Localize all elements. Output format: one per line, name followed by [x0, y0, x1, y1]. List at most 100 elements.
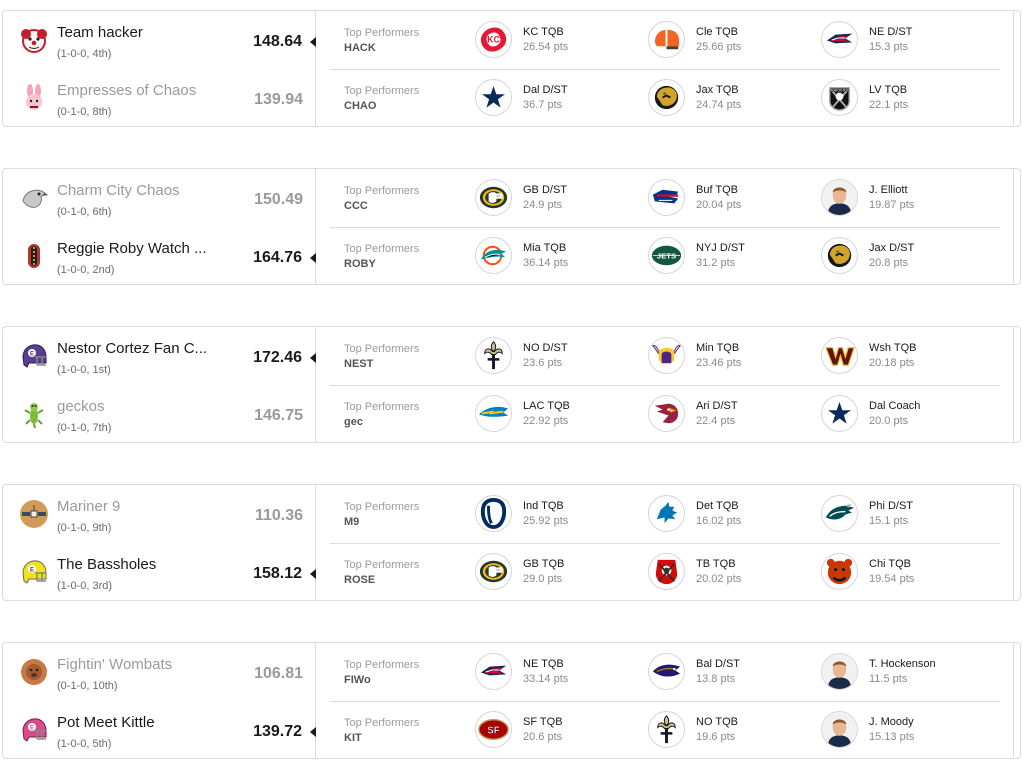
matchup-card[interactable]: Top Performers HACK KC KC TQB 26.54 pts Cle T… — [2, 10, 1021, 127]
team-record: (0-1-0, 8th) — [57, 106, 112, 118]
performer-item[interactable]: SF SF TQB 20.6 pts — [475, 711, 645, 751]
team-name[interactable]: Team hacker — [57, 24, 143, 41]
performer-name[interactable]: Ari D/ST — [696, 400, 738, 412]
team-name[interactable]: Mariner 9 — [57, 498, 120, 515]
performer-item[interactable]: Buf TQB 20.04 pts — [648, 179, 818, 219]
team-row[interactable]: E Pot Meet Kittle (1-0-0, 5th) 139.72 — [3, 701, 316, 759]
matchup-card[interactable]: Top Performers CCC GB D/ST 24.9 pts Buf TQB 2… — [2, 168, 1021, 285]
performer-name[interactable]: Det TQB — [696, 500, 739, 512]
performer-name[interactable]: J. Moody — [869, 716, 914, 728]
team-record: (1-0-0, 5th) — [57, 738, 112, 750]
team-row[interactable]: geckos (0-1-0, 7th) 146.75 — [3, 385, 316, 443]
performer-item[interactable]: Cle TQB 25.66 pts — [648, 21, 818, 61]
performer-item[interactable]: J. Elliott 19.87 pts — [821, 179, 991, 219]
performer-item[interactable]: Jax TQB 24.74 pts — [648, 79, 818, 119]
team-name[interactable]: Nestor Cortez Fan C... — [57, 340, 207, 357]
top-performers-row: Top Performers gec LAC TQB 22.92 pts Ari D/S… — [330, 385, 1000, 443]
matchup-card[interactable]: Top Performers NEST NO D/ST 23.6 pts Min TQB… — [2, 326, 1021, 443]
performer-name[interactable]: Jax TQB — [696, 84, 739, 96]
raiders-logo-icon: RAIDERS — [821, 79, 858, 116]
performer-points: 33.14 pts — [523, 673, 569, 685]
team-name[interactable]: geckos — [57, 398, 105, 415]
matchup-card[interactable]: Top Performers M9 Ind TQB 25.92 pts Det TQB 1… — [2, 484, 1021, 601]
performer-name[interactable]: LAC TQB — [523, 400, 570, 412]
matchup-card[interactable]: Top Performers FIWo NE TQB 33.14 pts Bal D/S… — [2, 642, 1021, 759]
performer-name[interactable]: Min TQB — [696, 342, 739, 354]
performer-name[interactable]: Phi D/ST — [869, 500, 913, 512]
performer-item[interactable]: Wsh TQB 20.18 pts — [821, 337, 991, 377]
performer-item[interactable]: J. Moody 15.13 pts — [821, 711, 991, 751]
performer-item[interactable]: KC KC TQB 26.54 pts — [475, 21, 645, 61]
team-name[interactable]: Reggie Roby Watch ... — [57, 240, 207, 257]
performer-item[interactable]: NE TQB 33.14 pts — [475, 653, 645, 693]
performer-item[interactable]: RAIDERS LV TQB 22.1 pts — [821, 79, 991, 119]
jaguars-logo-icon — [821, 237, 858, 274]
performer-name[interactable]: Buf TQB — [696, 184, 738, 196]
team-row[interactable]: Empresses of Chaos (0-1-0, 8th) 139.94 — [3, 69, 316, 127]
team-row[interactable]: Fightin' Wombats (0-1-0, 10th) 106.81 — [3, 643, 316, 701]
gecko-icon — [19, 399, 49, 429]
performer-item[interactable]: LAC TQB 22.92 pts — [475, 395, 645, 435]
performer-item[interactable]: Min TQB 23.46 pts — [648, 337, 818, 377]
team-name[interactable]: Fightin' Wombats — [57, 656, 172, 673]
performer-name[interactable]: GB TQB — [523, 558, 564, 570]
performer-item[interactable]: Jax D/ST 20.8 pts — [821, 237, 991, 277]
performer-name[interactable]: Bal D/ST — [696, 658, 740, 670]
wombat-icon — [19, 657, 49, 687]
chiefs-logo-icon: KC — [475, 21, 512, 58]
performer-name[interactable]: J. Elliott — [869, 184, 908, 196]
performer-item[interactable]: Chi TQB 19.54 pts — [821, 553, 991, 593]
matchup-teams: E Nestor Cortez Fan C... (1-0-0, 1st) 172.4… — [3, 327, 316, 442]
performer-name[interactable]: SF TQB — [523, 716, 563, 728]
performer-item[interactable]: TB TQB 20.02 pts — [648, 553, 818, 593]
team-name[interactable]: Pot Meet Kittle — [57, 714, 155, 731]
team-row[interactable]: Charm City Chaos (0-1-0, 6th) 150.49 — [3, 169, 316, 227]
performer-name[interactable]: Mia TQB — [523, 242, 566, 254]
performer-item[interactable]: Det TQB 16.02 pts — [648, 495, 818, 535]
performer-item[interactable]: GB TQB 29.0 pts — [475, 553, 645, 593]
team-row[interactable]: Mariner 9 (0-1-0, 9th) 110.36 — [3, 485, 316, 543]
performer-item[interactable]: NE D/ST 15.3 pts — [821, 21, 991, 61]
performer-name[interactable]: Ind TQB — [523, 500, 564, 512]
performer-item[interactable]: Mia TQB 36.14 pts — [475, 237, 645, 277]
performer-name[interactable]: T. Hockenson — [869, 658, 936, 670]
team-score: 139.94 — [254, 91, 303, 108]
performer-name[interactable]: Dal D/ST — [523, 84, 568, 96]
performer-item[interactable]: Ind TQB 25.92 pts — [475, 495, 645, 535]
performer-name[interactable]: NE TQB — [523, 658, 564, 670]
performer-item[interactable]: Bal D/ST 13.8 pts — [648, 653, 818, 693]
matchup-teams: Charm City Chaos (0-1-0, 6th) 150.49 Reggie… — [3, 169, 316, 284]
performer-item[interactable]: Dal Coach 20.0 pts — [821, 395, 991, 435]
team-name[interactable]: Charm City Chaos — [57, 182, 180, 199]
performer-item[interactable]: T. Hockenson 11.5 pts — [821, 653, 991, 693]
performer-name[interactable]: Jax D/ST — [869, 242, 914, 254]
performer-name[interactable]: Cle TQB — [696, 26, 738, 38]
performer-name[interactable]: NYJ D/ST — [696, 242, 745, 254]
performer-name[interactable]: NO TQB — [696, 716, 738, 728]
performer-name[interactable]: NE D/ST — [869, 26, 912, 38]
team-row[interactable]: E The Bassholes (1-0-0, 3rd) 158.12 — [3, 543, 316, 601]
performer-item[interactable]: Dal D/ST 36.7 pts — [475, 79, 645, 119]
team-row[interactable]: Team hacker (1-0-0, 4th) 148.64 — [3, 11, 316, 69]
performer-item[interactable]: JETS NYJ D/ST 31.2 pts — [648, 237, 818, 277]
team-row[interactable]: Reggie Roby Watch ... (1-0-0, 2nd) 164.76 — [3, 227, 316, 285]
performer-item[interactable]: Phi D/ST 15.1 pts — [821, 495, 991, 535]
performer-name[interactable]: TB TQB — [696, 558, 736, 570]
top-performers-label: Top Performers — [344, 343, 420, 355]
performer-name[interactable]: LV TQB — [869, 84, 907, 96]
performer-name[interactable]: GB D/ST — [523, 184, 567, 196]
performer-name[interactable]: NO D/ST — [523, 342, 568, 354]
team-row[interactable]: E Nestor Cortez Fan C... (1-0-0, 1st) 172.4… — [3, 327, 316, 385]
performer-item[interactable]: GB D/ST 24.9 pts — [475, 179, 645, 219]
performer-item[interactable]: NO D/ST 23.6 pts — [475, 337, 645, 377]
performer-name[interactable]: Wsh TQB — [869, 342, 916, 354]
performer-name[interactable]: Dal Coach — [869, 400, 920, 412]
performer-item[interactable]: NO TQB 19.6 pts — [648, 711, 818, 751]
cowboys-logo-icon — [821, 395, 858, 432]
performer-item[interactable]: Ari D/ST 22.4 pts — [648, 395, 818, 435]
top-performers-label: Top Performers — [344, 401, 420, 413]
team-name[interactable]: The Bassholes — [57, 556, 156, 573]
performer-name[interactable]: KC TQB — [523, 26, 564, 38]
performer-name[interactable]: Chi TQB — [869, 558, 911, 570]
team-name[interactable]: Empresses of Chaos — [57, 82, 196, 99]
